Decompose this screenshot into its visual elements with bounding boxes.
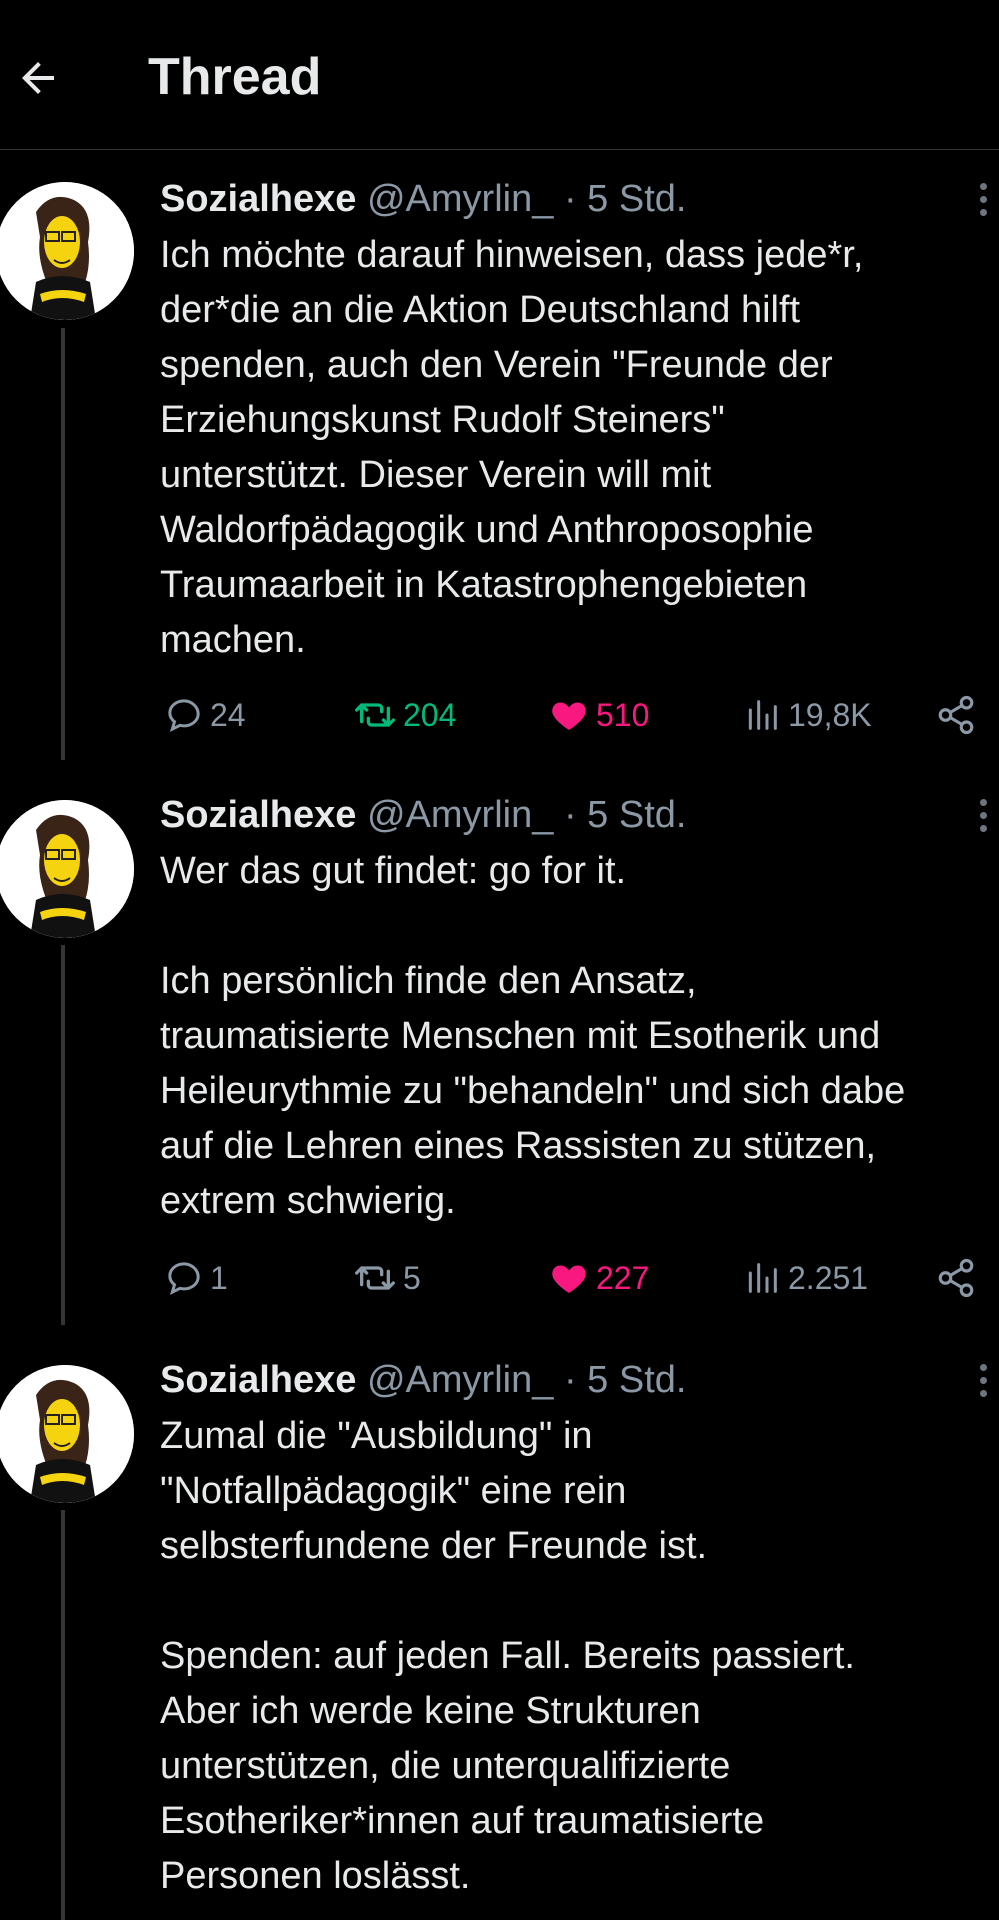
thread-connector	[61, 945, 65, 1325]
avatar-cartoon-icon	[0, 1365, 134, 1503]
like-button[interactable]: 227	[548, 1253, 649, 1303]
more-dot	[979, 811, 987, 819]
more-dot	[979, 1389, 987, 1397]
action-bar: 24 204 510 19,8K	[160, 690, 990, 740]
reply-count: 1	[210, 1259, 228, 1296]
timestamp[interactable]: 5 Std.	[587, 178, 686, 220]
author-handle[interactable]: @Amyrlin_	[367, 794, 553, 836]
more-dot	[979, 208, 987, 216]
heart-filled-icon	[552, 1265, 586, 1293]
retweet-button[interactable]: 5	[353, 1253, 421, 1303]
like-count: 227	[596, 1259, 650, 1296]
page-title: Thread	[148, 48, 322, 106]
tweet[interactable]: Sozialhexe @Amyrlin_ · 5 Std. Wer das gu…	[0, 765, 999, 1325]
author-name[interactable]: Sozialhexe	[160, 794, 356, 836]
avatar[interactable]	[0, 1365, 134, 1503]
retweet-count: 204	[403, 696, 457, 733]
action-bar: 1 5 227 2.251	[160, 1253, 990, 1303]
author-handle[interactable]: @Amyrlin_	[367, 1359, 553, 1401]
views-chart-icon	[748, 1263, 777, 1293]
thread-connector	[61, 1510, 65, 1920]
avatar-cartoon-icon	[0, 800, 134, 938]
share-button[interactable]	[935, 690, 977, 740]
share-icon	[938, 1258, 974, 1298]
like-button[interactable]: 510	[548, 690, 649, 740]
more-options-button[interactable]	[970, 792, 996, 838]
avatar[interactable]	[0, 800, 134, 938]
author-name[interactable]: Sozialhexe	[160, 178, 356, 220]
more-options-button[interactable]	[970, 1357, 996, 1403]
tweet-header: Sozialhexe @Amyrlin_ · 5 Std.	[160, 1357, 686, 1403]
views-chart-icon	[748, 700, 777, 730]
separator: ·	[563, 178, 577, 220]
top-bar: Thread	[0, 0, 999, 150]
timestamp[interactable]: 5 Std.	[587, 1359, 686, 1401]
reply-count: 24	[210, 696, 246, 733]
avatar-cartoon-icon	[0, 182, 134, 320]
share-icon	[938, 695, 974, 735]
thread-connector	[61, 328, 65, 760]
reply-button[interactable]: 24	[164, 690, 246, 740]
retweet-count: 5	[403, 1259, 421, 1296]
tweet[interactable]: Sozialhexe @Amyrlin_ · 5 Std. Ich möchte…	[0, 150, 999, 760]
tweet-text: Ich möchte darauf hinweisen, dass jede*r…	[160, 234, 864, 661]
more-dot	[979, 182, 987, 190]
retweet-icon	[354, 703, 395, 727]
separator: ·	[563, 1359, 577, 1401]
heart-filled-icon	[552, 702, 586, 730]
reply-button[interactable]: 1	[164, 1253, 228, 1303]
separator: ·	[563, 794, 577, 836]
tweet-text: Zumal die "Ausbildung" in "Notfallpädago…	[160, 1415, 855, 1897]
more-dot	[979, 798, 987, 806]
arrow-left-icon	[22, 62, 54, 94]
more-dot	[979, 1376, 987, 1384]
more-dot	[979, 195, 987, 203]
author-handle[interactable]: @Amyrlin_	[367, 178, 553, 220]
views-count: 2.251	[788, 1259, 869, 1296]
retweet-icon	[354, 1266, 395, 1290]
reply-icon	[168, 699, 200, 733]
tweet-header: Sozialhexe @Amyrlin_ · 5 Std.	[160, 792, 686, 838]
more-dot	[979, 824, 987, 832]
tweet-text: Wer das gut findet: go for it. Ich persö…	[160, 850, 906, 1222]
like-count: 510	[596, 696, 650, 733]
retweet-button[interactable]: 204	[353, 690, 456, 740]
back-button[interactable]	[8, 48, 68, 108]
share-button[interactable]	[935, 1253, 977, 1303]
tweet-header: Sozialhexe @Amyrlin_ · 5 Std.	[160, 176, 686, 222]
views-button[interactable]: 19,8K	[742, 690, 872, 740]
reply-icon	[168, 1262, 200, 1296]
views-button[interactable]: 2.251	[742, 1253, 868, 1303]
timestamp[interactable]: 5 Std.	[587, 794, 686, 836]
more-options-button[interactable]	[970, 176, 996, 222]
views-count: 19,8K	[788, 696, 872, 733]
author-name[interactable]: Sozialhexe	[160, 1359, 356, 1401]
avatar[interactable]	[0, 182, 134, 320]
tweet[interactable]: Sozialhexe @Amyrlin_ · 5 Std. Zumal die …	[0, 1330, 999, 1920]
more-dot	[979, 1363, 987, 1371]
